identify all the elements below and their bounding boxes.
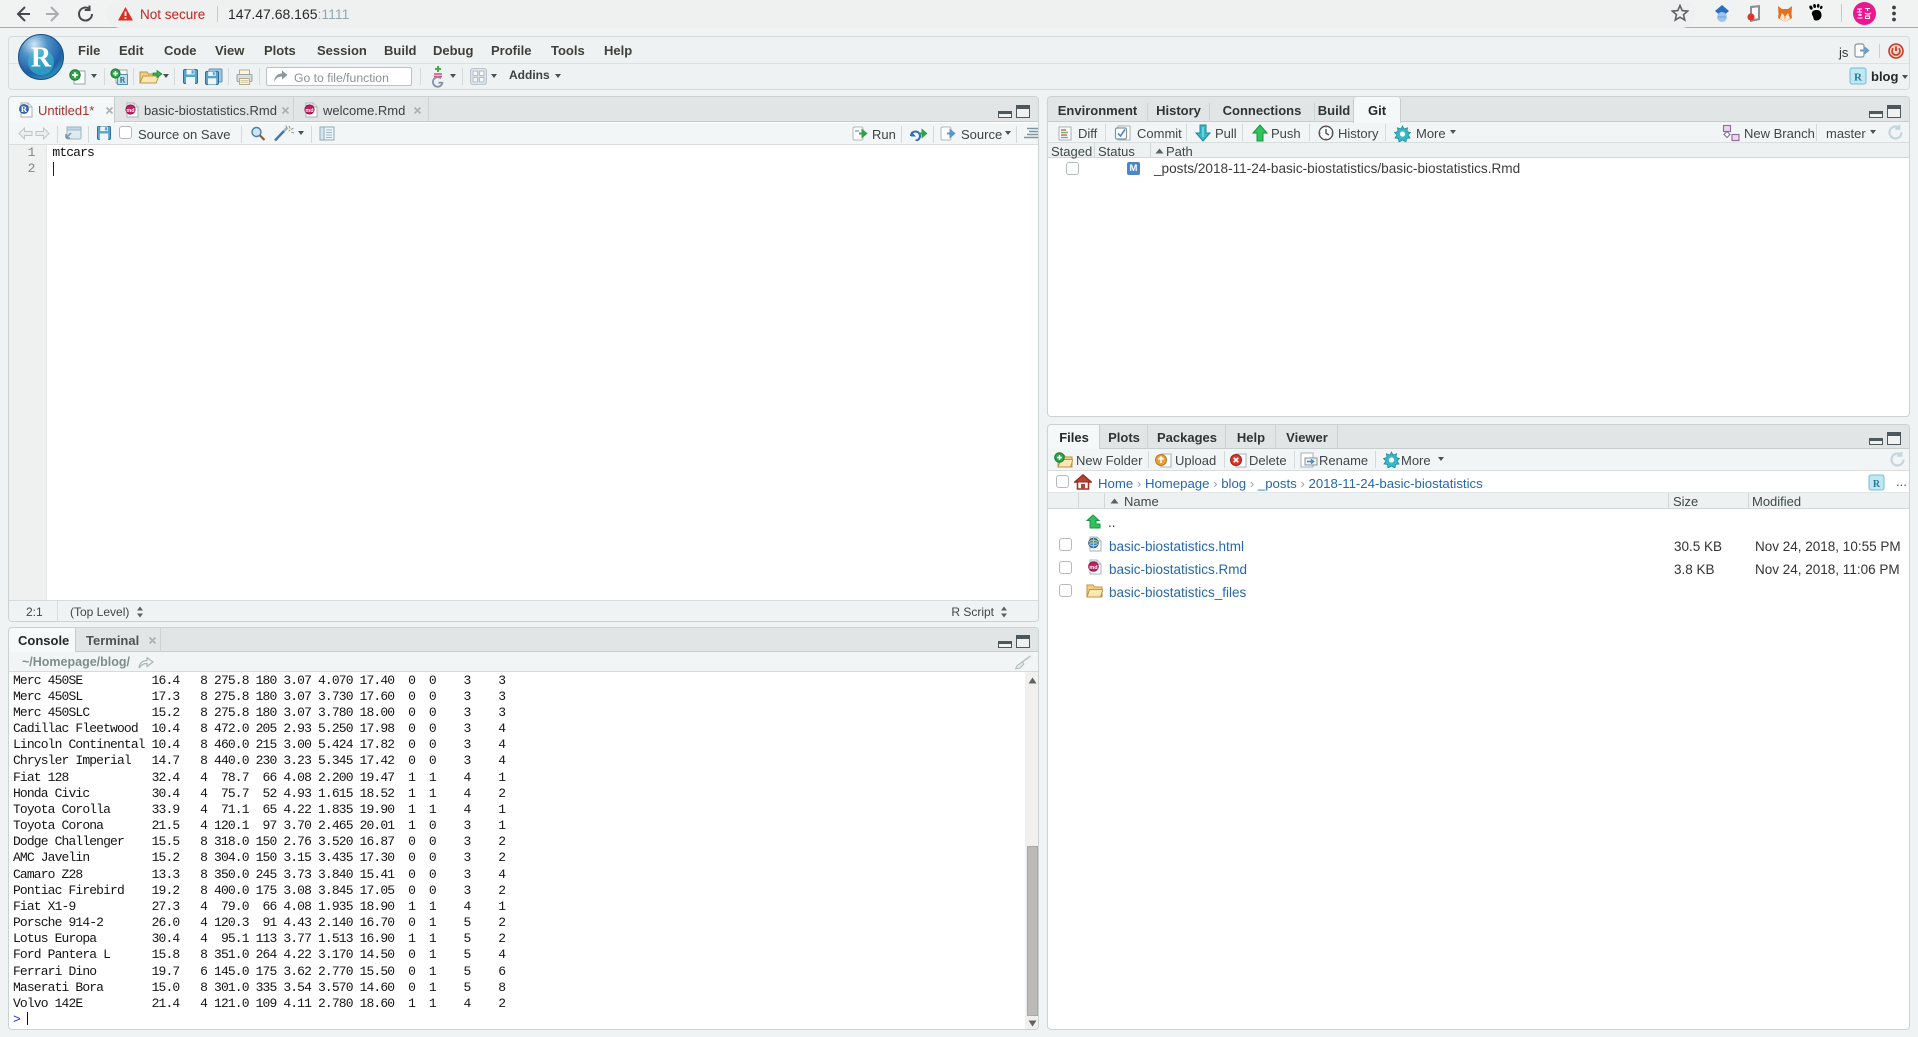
svg-text:md: md xyxy=(126,108,134,114)
svg-text:R: R xyxy=(21,104,28,114)
svg-text:md: md xyxy=(305,108,313,114)
svg-text:md: md xyxy=(1089,565,1097,571)
svg-text:R: R xyxy=(1873,479,1881,490)
svg-text:R: R xyxy=(1854,72,1863,84)
svg-text:R: R xyxy=(120,76,126,85)
